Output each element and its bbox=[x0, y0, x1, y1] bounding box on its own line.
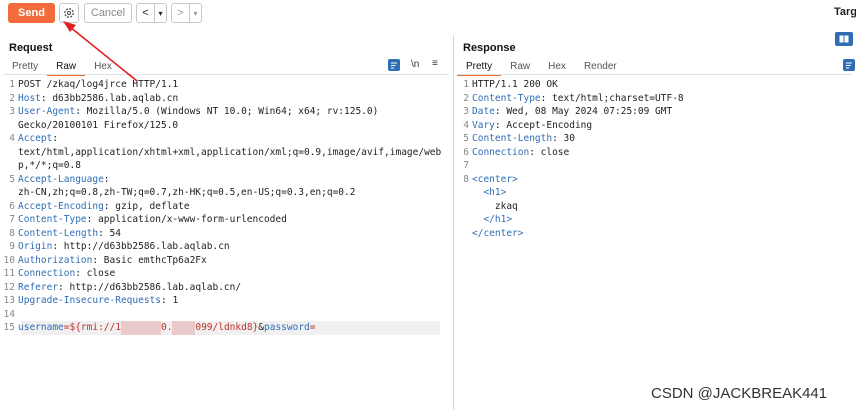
watermark: CSDN @JACKBREAK441 bbox=[651, 385, 828, 402]
annotation-arrow bbox=[63, 21, 138, 82]
